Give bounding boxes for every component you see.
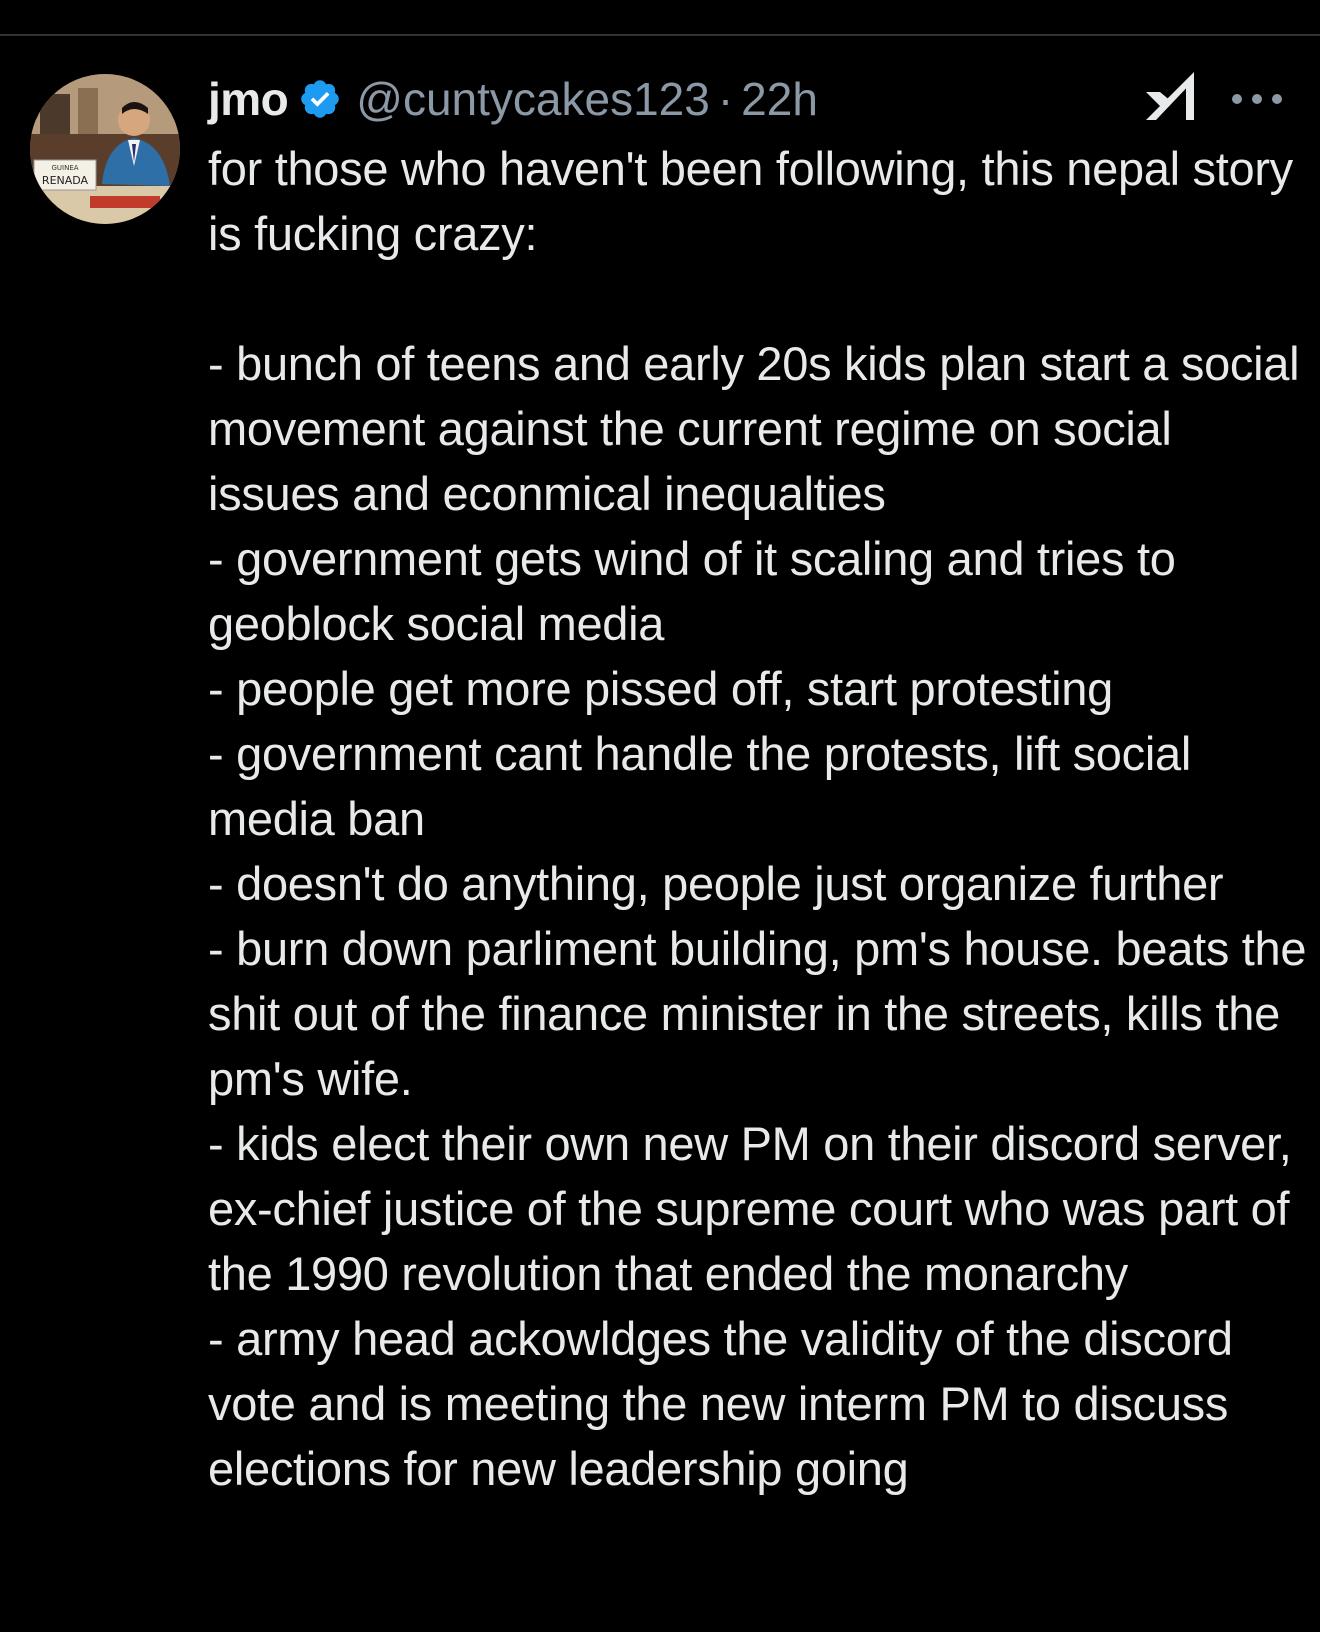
tweet-header: jmo @cuntycakes123 · 22h [208, 66, 818, 132]
avatar[interactable]: GUINEA RENADA [30, 74, 180, 224]
author-display-name[interactable]: jmo [208, 72, 289, 126]
more-options-icon[interactable] [1228, 84, 1286, 114]
author-handle[interactable]: @cuntycakes123 [356, 72, 710, 126]
verified-badge-icon[interactable] [298, 77, 342, 121]
avatar-nameplate-text: RENADA [42, 174, 89, 187]
post-timestamp[interactable]: 22h [741, 72, 818, 126]
svg-text:GUINEA: GUINEA [51, 164, 78, 172]
header-separator: · [717, 73, 734, 125]
grok-icon[interactable] [1142, 66, 1202, 132]
tweet-text: for those who haven't been following, th… [208, 142, 1307, 1495]
tweet-post[interactable]: GUINEA RENADA jmo @cuntycakes123 · 22h f… [0, 36, 1320, 1632]
avatar-image: GUINEA RENADA [30, 74, 180, 224]
